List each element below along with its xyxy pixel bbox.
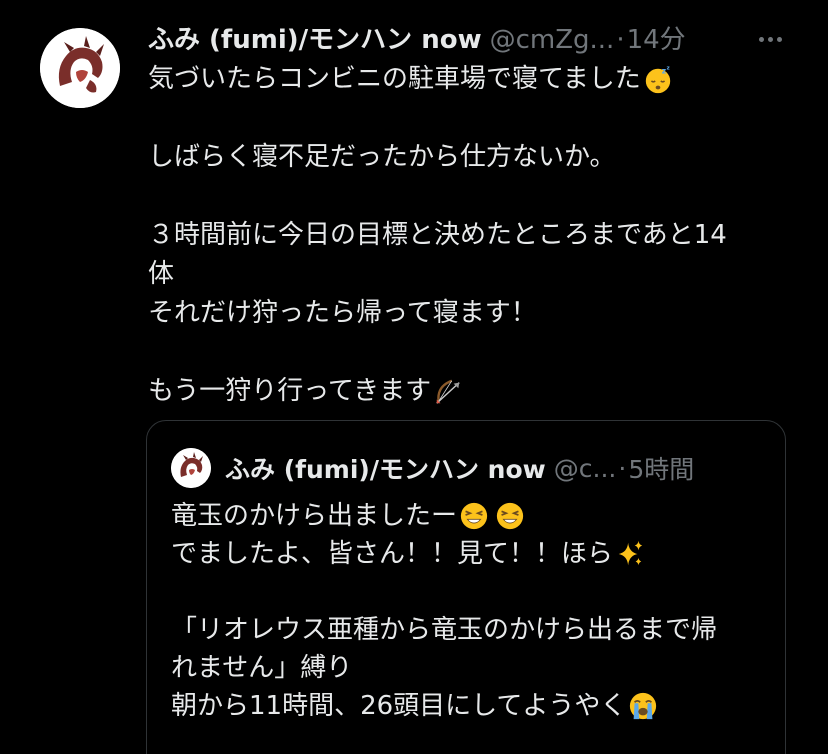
separator-dot: · (618, 453, 627, 483)
more-dot (776, 36, 782, 42)
separator-dot: · (616, 25, 625, 55)
monster-logo-icon (171, 448, 211, 488)
quoted-line: 竜玉のかけら出ましたー (171, 497, 771, 535)
tweet-line-text: それだけ狩ったら帰って寝ます！ (148, 298, 537, 328)
loudly-crying-face-emoji (628, 691, 658, 721)
tweet-line: それだけ狩ったら帰って寝ます！ (148, 294, 788, 333)
tweet-line-text: もう一狩り行ってきます (148, 376, 432, 406)
quoted-author-display-name[interactable]: ふみ (fumi)/モンハン now (225, 450, 546, 486)
author-display-name[interactable]: ふみ (fumi)/モンハン now (148, 20, 482, 60)
quoted-line: 朝から11時間、26頭目にしてようやく (171, 687, 771, 725)
quoted-line: 「リオレウス亜種から竜玉のかけら出るまで帰 (171, 611, 771, 649)
quoted-line-text: 竜玉のかけら出ましたー (171, 501, 458, 531)
author-handle[interactable]: @cmZg... (490, 20, 615, 60)
tweet-line: もう一狩り行ってきます (148, 372, 788, 411)
quoted-tweet-timestamp[interactable]: 5時間 (628, 450, 694, 486)
more-options-icon[interactable] (752, 24, 788, 54)
tweet-line: 体 (148, 255, 788, 294)
quoted-author-handle[interactable]: @c... (554, 454, 617, 483)
grinning-squinting-face-emoji (459, 501, 489, 531)
grinning-squinting-face-emoji (495, 501, 525, 531)
tweet-line: しばらく寝不足だったから仕方ないか。 (148, 138, 788, 177)
quoted-tweet[interactable]: ふみ (fumi)/モンハン now @c... · 5時間 竜玉のかけら出まし… (146, 420, 786, 754)
tweet[interactable]: ふみ (fumi)/モンハン now @cmZg... · 14分 気づいたらコ… (0, 0, 828, 754)
bow-and-arrow-emoji (433, 377, 463, 407)
quoted-line: でましたよ、皆さん！！見て！！ほら (171, 535, 771, 573)
sleeping-face-emoji: z z (643, 65, 673, 95)
quoted-line-text: 朝から11時間、26頭目にしてようやく (171, 691, 627, 721)
tweet-line-text: 気づいたらコンビニの駐車場で寝てました (148, 64, 641, 94)
tweet-line: ３時間前に今日の目標と決めたところまであと14 (148, 216, 788, 255)
tweet-header: ふみ (fumi)/モンハン now @cmZg... · 14分 (148, 20, 748, 60)
quoted-line-text: れません」縛り (171, 653, 353, 683)
tweet-line-text: しばらく寝不足だったから仕方ないか。 (148, 142, 616, 172)
quoted-author-avatar[interactable] (171, 448, 211, 488)
monster-logo-icon (40, 28, 120, 108)
tweet-line-text: ３時間前に今日の目標と決めたところまであと14 (148, 220, 727, 250)
svg-text:z: z (661, 66, 665, 75)
tweet-line: 気づいたらコンビニの駐車場で寝てました z z (148, 60, 788, 99)
quoted-tweet-text: 竜玉のかけら出ましたー でましたよ、皆さん！！見て！！ほら 「リオレウス亜種から… (171, 497, 771, 725)
tweet-line-text: 体 (148, 259, 175, 289)
quoted-tweet-header: ふみ (fumi)/モンハン now @c... · 5時間 (225, 448, 765, 488)
more-dot (758, 36, 764, 42)
more-dot (767, 36, 773, 42)
tweet-timestamp[interactable]: 14分 (627, 20, 686, 60)
sparkles-emoji (615, 539, 645, 569)
quoted-line-text: 「リオレウス亜種から竜玉のかけら出るまで帰 (171, 615, 718, 645)
quoted-line: れません」縛り (171, 649, 771, 687)
quoted-line-text: でましたよ、皆さん！！見て！！ほら (171, 539, 614, 569)
svg-text:z: z (666, 65, 669, 71)
tweet-text: 気づいたらコンビニの駐車場で寝てました z z しばらく寝不足だったから仕方ない… (148, 60, 788, 411)
author-avatar[interactable] (40, 28, 120, 108)
